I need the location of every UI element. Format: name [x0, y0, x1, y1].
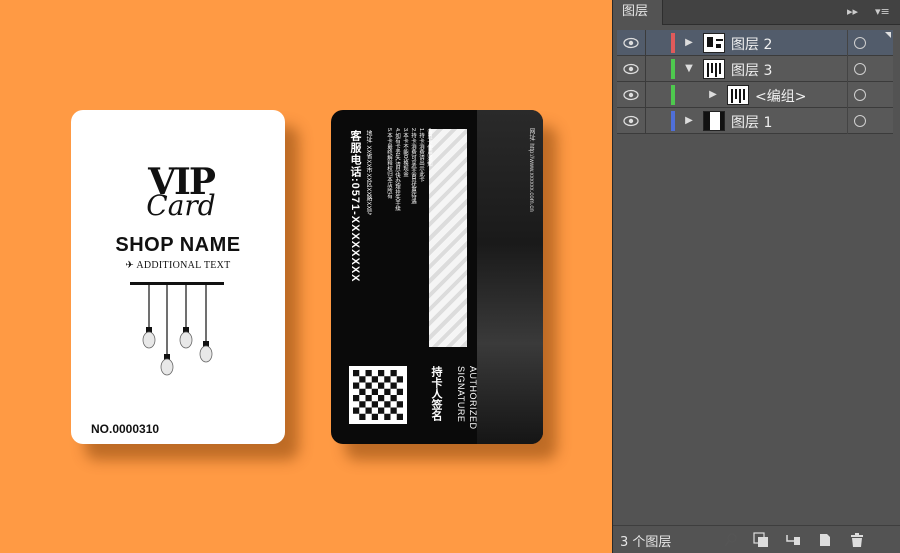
service-phone: 客服电话:0571-XXXXXXXX — [349, 130, 361, 283]
expand-arrow-icon[interactable]: ▶ — [707, 89, 719, 101]
hanging-lamps-illustration — [130, 282, 224, 376]
signature-panel — [429, 129, 467, 347]
card-rules: 会员卡使用须知 1.持卡消费请出示此卡 2.持卡消费可享受会员优惠待遇 3.本卡… — [385, 128, 433, 211]
rule-line: 会员卡使用须知 — [426, 128, 432, 167]
layer-row-layer-1[interactable]: ▶ 图层 1 — [617, 108, 893, 134]
vip-card-logo: VIP Card — [131, 162, 231, 232]
target-circle-icon[interactable] — [854, 115, 866, 127]
expand-arrow-icon[interactable]: ▶ — [683, 37, 695, 49]
address-text: 地址: XX省XX市XX区XX路XX号 — [365, 130, 371, 216]
layers-panel: 图层 ▸▸ ▾≡ ▶ 图层 2 ▼ 图层 3 ▶ <编组> ▶ 图层 1 3 个… — [612, 0, 900, 553]
layer-name[interactable]: 图层 1 — [731, 112, 772, 132]
bird-icon: ✈ — [125, 260, 137, 271]
row-divider — [847, 30, 848, 56]
rule-line: 3.本卡不能兑换现金 — [402, 128, 408, 177]
trash-icon[interactable] — [849, 532, 865, 548]
layer-name[interactable]: 图层 2 — [731, 34, 772, 54]
vip-card-back[interactable]: 客服电话:0571-XXXXXXXX 地址: XX省XX市XX区XX路XX号 会… — [331, 110, 543, 444]
visibility-eye-icon[interactable] — [623, 36, 639, 50]
layer-thumbnail — [703, 59, 725, 79]
lock-toggle-slot[interactable] — [645, 82, 646, 108]
layer-thumbnail — [703, 111, 725, 131]
artboard-canvas[interactable]: VIP Card SHOP NAME ✈ ADDITIONAL TEXT NO.… — [0, 0, 612, 553]
lock-toggle-slot[interactable] — [645, 108, 646, 134]
logo-card-text: Card — [146, 189, 216, 222]
target-circle-icon[interactable] — [854, 89, 866, 101]
qr-code-pattern — [353, 370, 403, 420]
lock-toggle-slot[interactable] — [645, 56, 646, 82]
new-sublayer-icon[interactable] — [785, 532, 801, 548]
card-number: NO.0000310 — [91, 422, 160, 436]
collapse-panel-icon[interactable]: ▸▸ — [847, 5, 861, 19]
qr-code — [349, 366, 407, 424]
layer-thumbnail — [703, 33, 725, 53]
website-text: 网址: http://www.xxxxxx.com.cn — [528, 128, 534, 212]
visibility-eye-icon[interactable] — [623, 114, 639, 128]
layer-row-group[interactable]: ▶ <编组> — [617, 82, 893, 108]
tab-layers[interactable]: 图层 — [613, 0, 663, 25]
layer-row-layer-2[interactable]: ▶ 图层 2 — [617, 30, 893, 56]
target-circle-icon[interactable] — [854, 63, 866, 75]
layer-color-swatch — [671, 59, 675, 79]
lock-toggle-slot[interactable] — [645, 30, 646, 56]
new-layer-icon[interactable] — [817, 532, 833, 548]
locate-object-icon[interactable] — [723, 532, 739, 548]
row-divider — [847, 108, 848, 134]
rule-line: 5.本卡最终解释权归本店所有 — [386, 128, 392, 199]
visibility-eye-icon[interactable] — [623, 88, 639, 102]
row-divider — [847, 82, 848, 108]
authorized-signature-label: AUTHORIZED SIGNATURE — [455, 366, 479, 430]
layer-name[interactable]: 图层 3 — [731, 60, 772, 80]
visibility-eye-icon[interactable] — [623, 62, 639, 76]
row-divider — [847, 56, 848, 82]
layer-count: 3 个图层 — [620, 535, 672, 550]
clipping-mask-icon[interactable] — [753, 532, 769, 548]
collapse-arrow-icon[interactable]: ▼ — [683, 63, 695, 75]
layer-color-swatch — [671, 111, 675, 131]
panel-tabbar: 图层 ▸▸ ▾≡ — [613, 0, 900, 25]
layer-color-swatch — [671, 33, 675, 53]
signature-line: SIGNATURE — [456, 366, 466, 423]
rule-line: 1.持卡消费请出示此卡 — [418, 128, 424, 183]
authorized-line: AUTHORIZED — [468, 366, 478, 430]
group-name[interactable]: <编组> — [755, 86, 806, 106]
holder-signature-label: 持卡人签名 — [430, 366, 442, 421]
panel-footer: 3 个图层 — [613, 525, 900, 553]
panel-menu-icon[interactable]: ▾≡ — [875, 5, 895, 19]
target-circle-icon[interactable] — [854, 37, 866, 49]
rule-line: 2.持卡消费可享受会员优惠待遇 — [410, 128, 416, 205]
vip-card-front[interactable]: VIP Card SHOP NAME ✈ ADDITIONAL TEXT NO.… — [71, 110, 285, 444]
group-thumbnail — [727, 85, 749, 105]
shop-name: SHOP NAME — [115, 234, 241, 256]
selection-corner-icon — [885, 32, 891, 38]
expand-arrow-icon[interactable]: ▶ — [683, 115, 695, 127]
additional-text: ✈ ADDITIONAL TEXT — [71, 260, 285, 271]
layer-color-swatch — [671, 85, 675, 105]
additional-text-label: ADDITIONAL TEXT — [136, 260, 231, 271]
rule-line: 4.如有卡丢失,请尽快办理挂失手续 — [394, 128, 400, 212]
layer-row-layer-3[interactable]: ▼ 图层 3 — [617, 56, 893, 82]
layer-list: ▶ 图层 2 ▼ 图层 3 ▶ <编组> ▶ 图层 1 — [617, 30, 893, 136]
